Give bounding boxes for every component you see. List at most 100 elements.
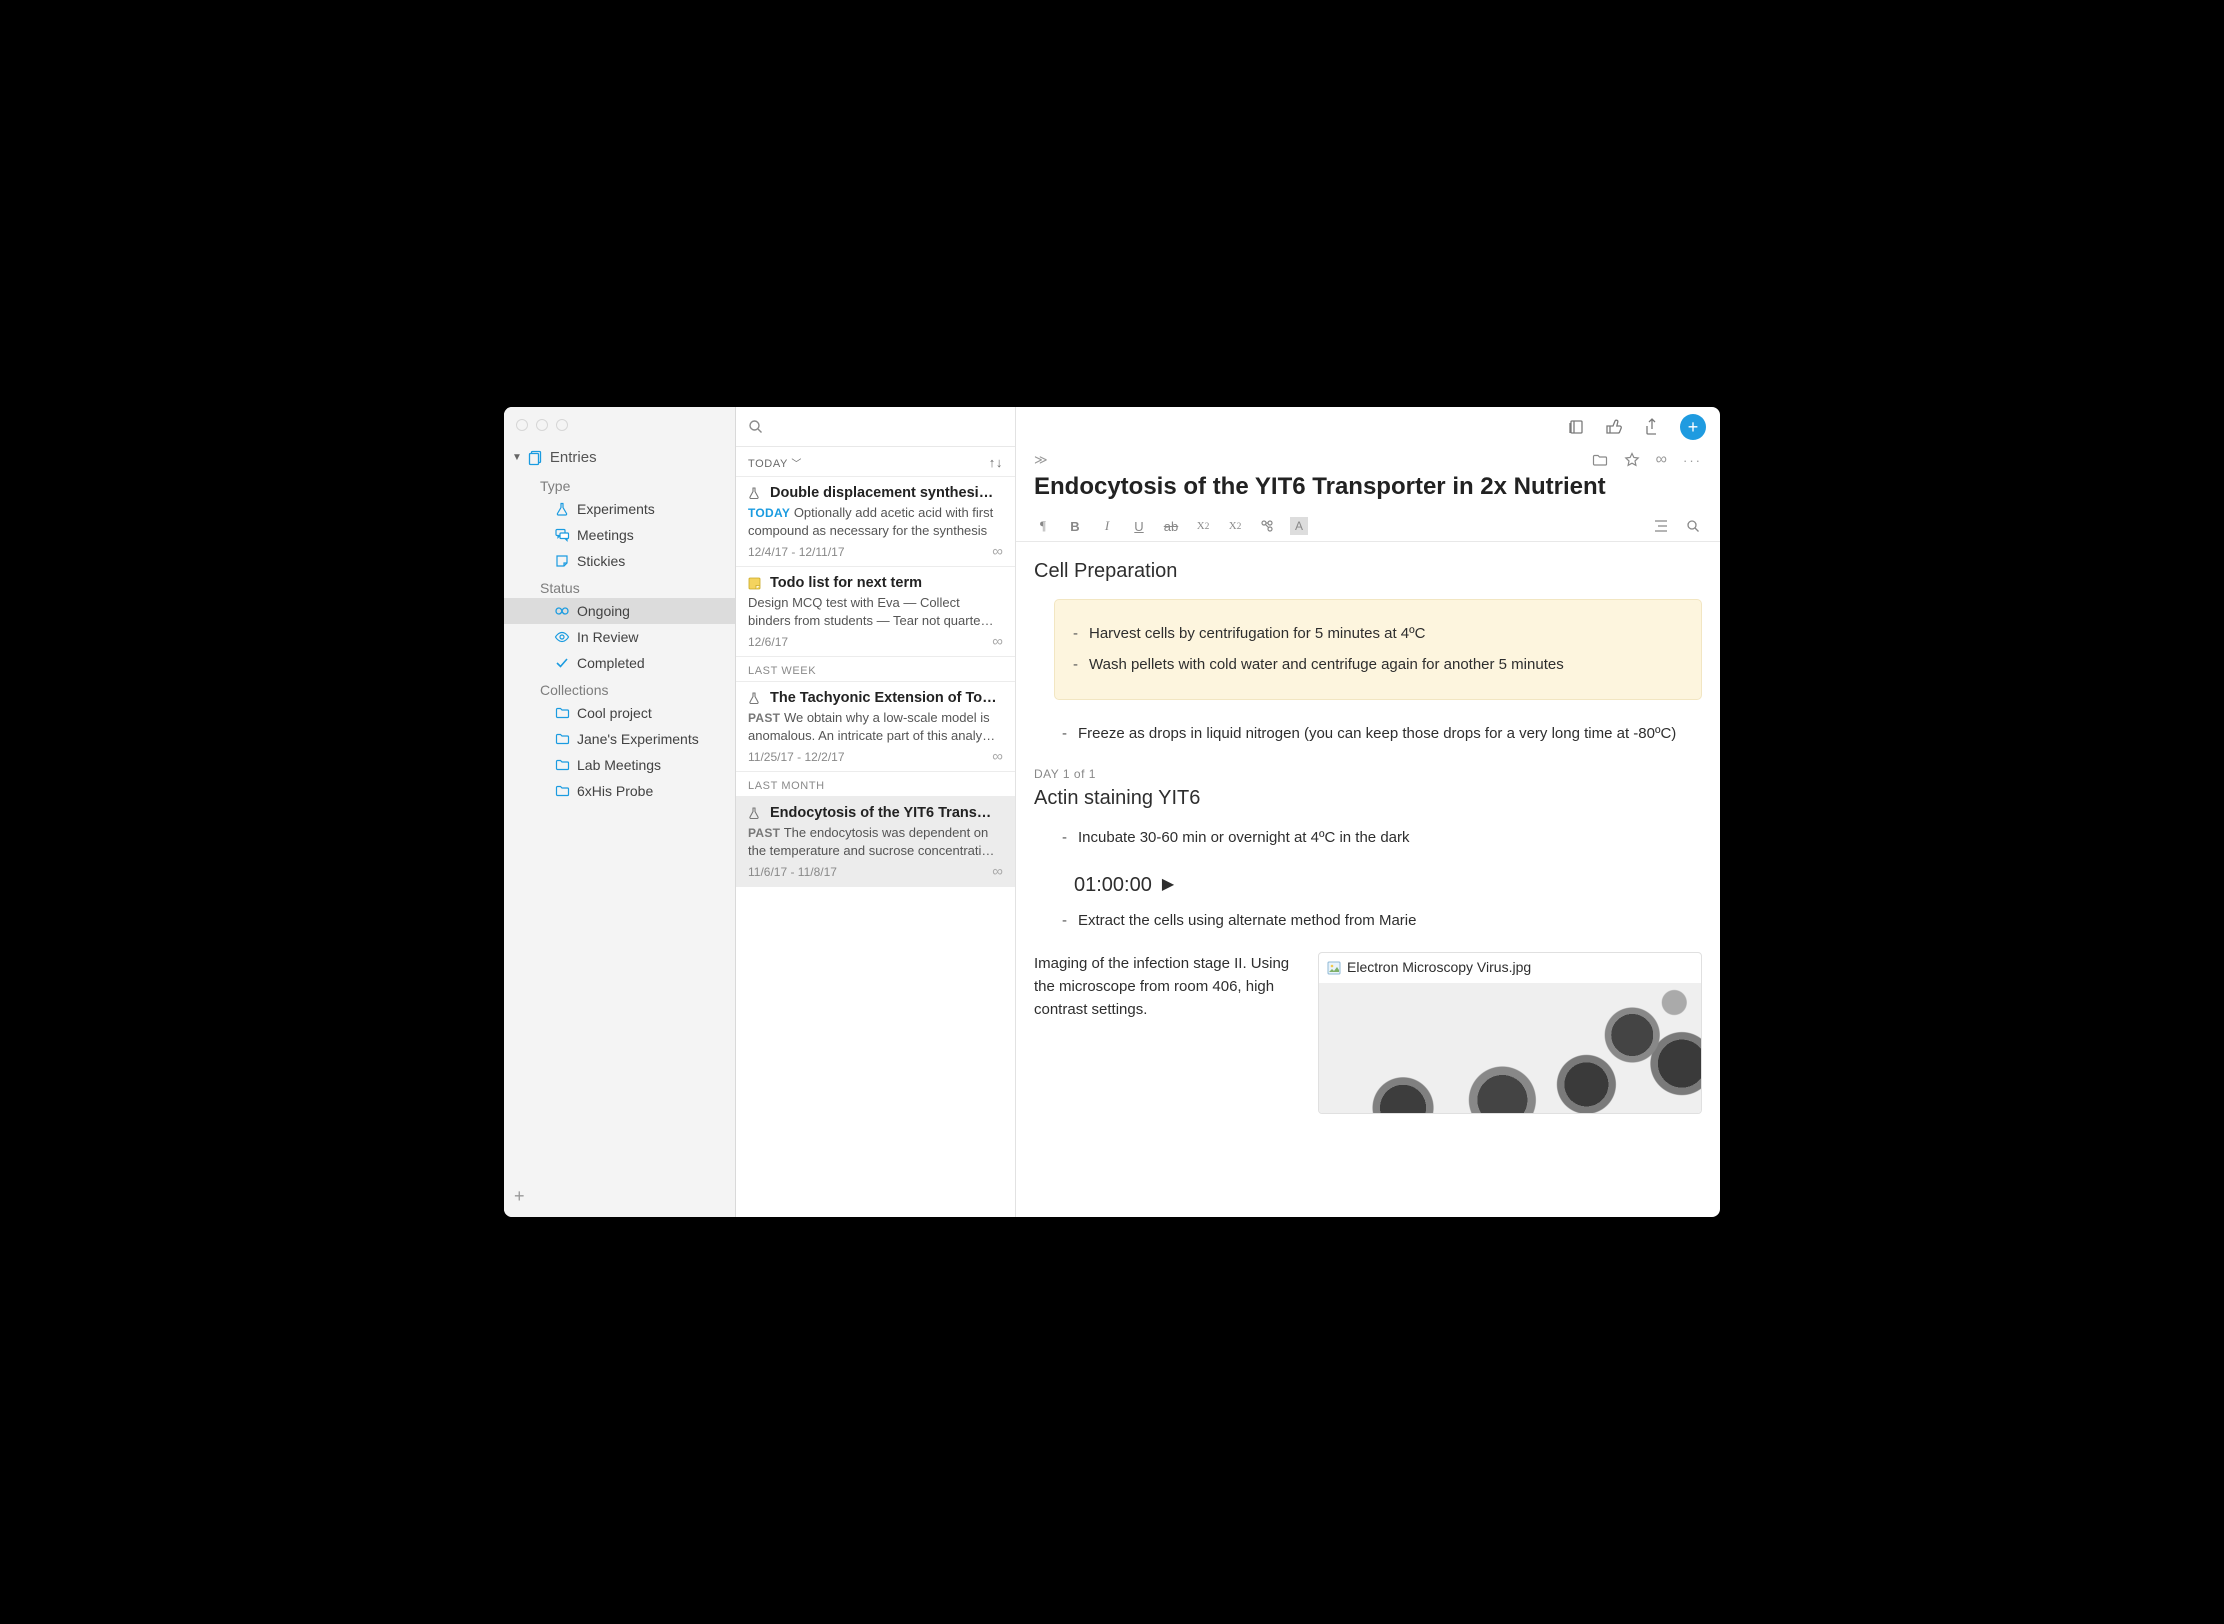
star-icon[interactable] — [1624, 452, 1640, 468]
chat-icon — [554, 527, 570, 543]
day-label: DAY 1 of 1 — [1034, 765, 1702, 784]
bold-button[interactable]: B — [1066, 517, 1084, 535]
strikethrough-button[interactable]: ab — [1162, 517, 1180, 535]
sidebar-item-experiments[interactable]: Experiments — [504, 496, 735, 522]
folder-icon[interactable] — [1592, 454, 1608, 467]
flask-icon — [748, 692, 762, 705]
sidebar-item-6xhis-probe[interactable]: 6xHis Probe — [504, 778, 735, 804]
sidebar-root[interactable]: ▼ Entries — [504, 447, 735, 472]
callout-block: Harvest cells by centrifugation for 5 mi… — [1054, 599, 1702, 700]
format-toolbar: ¶ B I U ab X2 X2 A — [1016, 511, 1720, 542]
entry-description: Design MCQ test with Eva — Collect binde… — [748, 595, 993, 628]
list-entry[interactable]: Double displacement synthesi… TODAY Opti… — [736, 477, 1015, 567]
sidebar-item-label: Stickies — [577, 553, 625, 569]
check-icon — [554, 655, 570, 671]
infinity-icon[interactable]: ∞ — [1656, 451, 1667, 469]
list-filter-label: TODAY — [748, 458, 788, 470]
more-icon[interactable]: ··· — [1683, 453, 1702, 468]
entries-icon — [528, 450, 544, 466]
entry-title: Endocytosis of the YIT6 Trans… — [770, 805, 991, 821]
document-title[interactable]: Endocytosis of the YIT6 Transporter in 2… — [1034, 473, 1702, 505]
list-group-header: LAST MONTH — [736, 772, 1015, 797]
superscript-button[interactable]: X2 — [1194, 517, 1212, 535]
bullet-item: Incubate 30-60 min or overnight at 4ºC i… — [1078, 826, 1702, 849]
library-icon[interactable] — [1566, 417, 1586, 437]
sidebar-item-meetings[interactable]: Meetings — [504, 522, 735, 548]
sidebar-item-label: Lab Meetings — [577, 757, 661, 773]
image-file-icon — [1327, 961, 1341, 975]
top-toolbar: + — [1016, 407, 1720, 447]
list-entry[interactable]: Todo list for next term Design MCQ test … — [736, 567, 1015, 657]
document-pane: + ≫ ∞ ··· Endocytosis of the YIT6 Transp… — [1016, 407, 1720, 1217]
sidebar-item-janes-experiments[interactable]: Jane's Experiments — [504, 726, 735, 752]
entry-tag: PAST — [748, 826, 780, 840]
highlight-button[interactable]: A — [1290, 517, 1308, 535]
sort-icon[interactable]: ↑↓ — [989, 455, 1003, 470]
heading-cell-preparation: Cell Preparation — [1034, 556, 1702, 587]
sidebar-item-lab-meetings[interactable]: Lab Meetings — [504, 752, 735, 778]
sidebar-item-label: 6xHis Probe — [577, 783, 653, 799]
search-bar[interactable] — [736, 407, 1015, 447]
app-window: ▼ Entries Type Experiments Meetings Stic… — [504, 407, 1720, 1217]
sidebar-item-label: Completed — [577, 655, 645, 671]
entry-date: 11/6/17 - 11/8/17 — [748, 865, 837, 879]
entry-description: The endocytosis was dependent on the tem… — [748, 825, 994, 858]
underline-button[interactable]: U — [1130, 517, 1148, 535]
sidebar-section-status: Status — [504, 574, 735, 598]
document-header: ≫ ∞ ··· Endocytosis of the YIT6 Transpor… — [1016, 447, 1720, 511]
bullet-item: Extract the cells using alternate method… — [1078, 909, 1702, 932]
infinity-icon: ∞ — [992, 543, 1003, 560]
new-entry-button[interactable]: + — [1680, 414, 1706, 440]
play-icon[interactable]: ▶ — [1162, 873, 1174, 898]
timer-value: 01:00:00 — [1074, 870, 1152, 901]
entry-title: Double displacement synthesi… — [770, 485, 993, 501]
flask-icon — [748, 487, 762, 500]
folder-icon — [554, 783, 570, 799]
sidebar-item-cool-project[interactable]: Cool project — [504, 700, 735, 726]
list-entry[interactable]: The Tachyonic Extension of To… PAST We o… — [736, 682, 1015, 772]
search-icon — [748, 419, 763, 434]
traffic-lights — [516, 419, 568, 431]
breadcrumb-expand-icon[interactable]: ≫ — [1034, 452, 1048, 468]
find-icon[interactable] — [1684, 517, 1702, 535]
flask-icon — [748, 807, 762, 820]
outline-icon[interactable] — [1652, 517, 1670, 535]
timer[interactable]: 01:00:00 ▶ — [1074, 870, 1702, 901]
subscript-button[interactable]: X2 — [1226, 517, 1244, 535]
heading-actin: Actin staining YIT6 — [1034, 783, 1702, 814]
list-entry[interactable]: Endocytosis of the YIT6 Trans… PAST The … — [736, 797, 1015, 887]
document-body[interactable]: Cell Preparation Harvest cells by centri… — [1016, 542, 1720, 1217]
infinity-icon: ∞ — [992, 633, 1003, 650]
link-button[interactable] — [1258, 517, 1276, 535]
sidebar-root-label: Entries — [550, 449, 597, 466]
entry-date: 12/4/17 - 12/11/17 — [748, 545, 845, 559]
infinity-icon — [554, 603, 570, 619]
callout-item: Wash pellets with cold water and centrif… — [1089, 653, 1681, 676]
sidebar-item-in-review[interactable]: In Review — [504, 624, 735, 650]
imaging-note: Imaging of the infection stage II. Using… — [1034, 952, 1294, 1114]
sidebar-item-label: Ongoing — [577, 603, 630, 619]
close-window-button[interactable] — [516, 419, 528, 431]
callout-item: Harvest cells by centrifugation for 5 mi… — [1089, 622, 1681, 645]
list-filter-bar[interactable]: TODAY ﹀ ↑↓ — [736, 447, 1015, 477]
sidebar-item-completed[interactable]: Completed — [504, 650, 735, 676]
minimize-window-button[interactable] — [536, 419, 548, 431]
list-group-header: LAST WEEK — [736, 657, 1015, 682]
sidebar-section-type: Type — [504, 472, 735, 496]
sidebar-item-stickies[interactable]: Stickies — [504, 548, 735, 574]
entry-date: 11/25/17 - 12/2/17 — [748, 750, 845, 764]
italic-button[interactable]: I — [1098, 517, 1116, 535]
sidebar-add-button[interactable]: + — [504, 1176, 735, 1217]
entry-title: The Tachyonic Extension of To… — [770, 690, 997, 706]
sidebar: ▼ Entries Type Experiments Meetings Stic… — [504, 407, 736, 1217]
sticky-icon — [748, 577, 762, 590]
bullet-item: Freeze as drops in liquid nitrogen (you … — [1078, 722, 1702, 745]
share-icon[interactable] — [1642, 417, 1662, 437]
sidebar-section-collections: Collections — [504, 676, 735, 700]
zoom-window-button[interactable] — [556, 419, 568, 431]
sidebar-item-ongoing[interactable]: Ongoing — [504, 598, 735, 624]
paragraph-button[interactable]: ¶ — [1034, 517, 1052, 535]
disclosure-triangle-icon[interactable]: ▼ — [512, 452, 522, 463]
attachment-card[interactable]: Electron Microscopy Virus.jpg — [1318, 952, 1702, 1114]
thumbs-up-icon[interactable] — [1604, 417, 1624, 437]
